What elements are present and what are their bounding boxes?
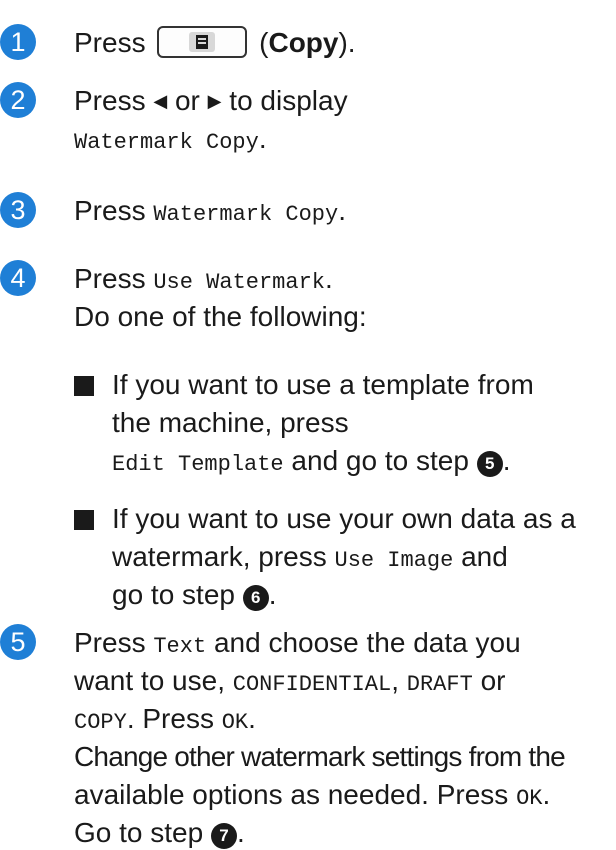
step-number: 4 (0, 260, 36, 296)
step-number: 2 (0, 82, 36, 118)
step-5-line-2: want to use, CONFIDENTIAL, DRAFT or (74, 665, 506, 697)
bullet-2-line-1: If you want to use your own data as a (112, 503, 576, 534)
step-number: 1 (0, 24, 36, 60)
bullet-1-line-3: Edit Template and go to step 5. (112, 445, 511, 477)
step-5-line-1: Press Text and choose the data you (74, 627, 521, 659)
step-6-reference-icon: 6 (242, 585, 269, 611)
step-2-line-2: Watermark Copy. (74, 123, 267, 155)
step-number: 5 (0, 624, 36, 660)
bullet-2-line-3: go to step 6. (112, 579, 277, 611)
bullet-1-line-2: the machine, press (112, 407, 349, 438)
copy-button-icon (157, 26, 248, 58)
step-5-line-5: available options as needed. Press OK. (74, 779, 551, 811)
right-arrow-icon: ▶ (207, 91, 222, 111)
step-1-text: Press (Copy). (74, 26, 356, 58)
step-number: 3 (0, 192, 36, 228)
step-5-line-6: Go to step 7. (74, 817, 245, 849)
step-3-text: Press Watermark Copy. (74, 195, 346, 227)
bullet-icon (74, 376, 94, 396)
bullet-2-line-2: watermark, press Use Image and (112, 541, 508, 573)
step-5-line-4: Change other watermark settings from the (74, 741, 566, 772)
step-4-instruction: Do one of the following: (74, 301, 367, 332)
step-5-line-3: COPY. Press OK. (74, 703, 256, 735)
step-2-line-1: Press ◀ or ▶ to display (74, 85, 348, 116)
step-5-reference-icon: 5 (476, 451, 503, 477)
step-7-reference-icon: 7 (210, 823, 237, 849)
bullet-icon (74, 510, 94, 530)
step-4-line-1: Press Use Watermark. (74, 263, 333, 295)
bullet-1-line-1: If you want to use a template from (112, 369, 534, 400)
left-arrow-icon: ◀ (153, 91, 168, 111)
